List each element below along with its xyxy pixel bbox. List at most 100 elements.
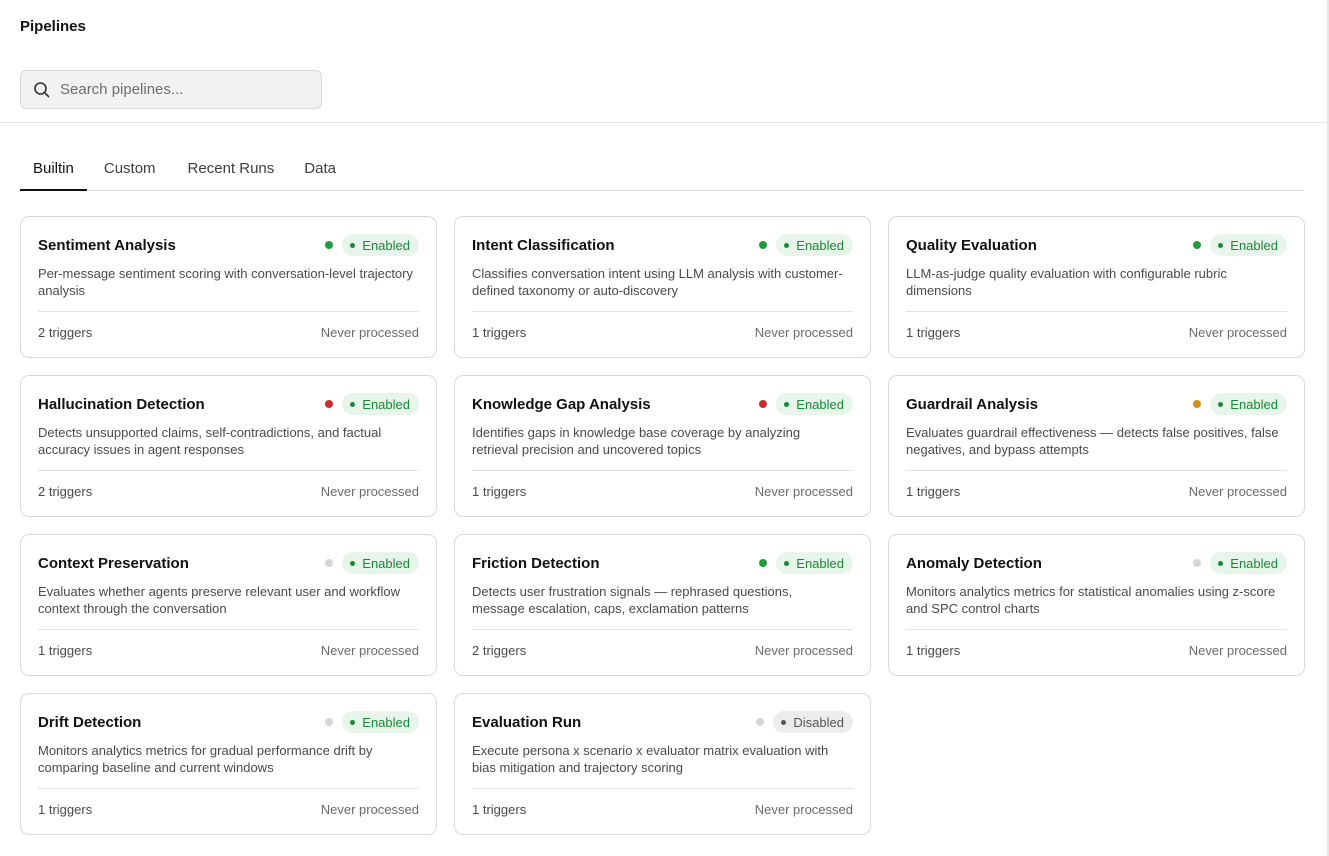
- card-status: Enabled: [325, 393, 419, 415]
- status-dot-icon: [784, 560, 790, 566]
- status-label: Enabled: [796, 237, 844, 253]
- pipeline-name: Quality Evaluation: [906, 236, 1037, 254]
- trigger-count: 1 triggers: [906, 325, 961, 340]
- card-header: Anomaly Detection Enabled: [906, 552, 1287, 574]
- pipeline-description: Monitors analytics metrics for gradual p…: [38, 743, 373, 775]
- status-label: Enabled: [796, 555, 844, 571]
- status-dot-icon: [350, 719, 356, 725]
- status-dot-icon: [781, 719, 787, 725]
- last-processed: Never processed: [320, 325, 419, 340]
- status-label: Disabled: [793, 714, 844, 730]
- search-input[interactable]: [60, 81, 300, 98]
- health-indicator-icon: [325, 241, 334, 249]
- card-header: Quality Evaluation Enabled: [906, 234, 1287, 256]
- card-header: Drift Detection Enabled: [38, 711, 419, 733]
- status-dot-icon: [350, 560, 356, 566]
- pipeline-description: LLM-as-judge quality evaluation with con…: [906, 266, 1227, 298]
- card-header: Sentiment Analysis Enabled: [38, 234, 419, 256]
- pipeline-name: Friction Detection: [472, 554, 600, 572]
- health-indicator-icon: [1193, 559, 1202, 567]
- card-divider: [38, 470, 419, 471]
- health-indicator-icon: [325, 559, 334, 567]
- last-processed: Never processed: [1188, 325, 1287, 340]
- card-status: Enabled: [325, 711, 419, 733]
- status-label: Enabled: [796, 396, 844, 412]
- trigger-count: 2 triggers: [472, 643, 527, 658]
- trigger-count: 1 triggers: [906, 643, 961, 658]
- last-processed: Never processed: [754, 325, 853, 340]
- pipeline-name: Knowledge Gap Analysis: [472, 395, 651, 413]
- status-badge: Enabled: [342, 552, 419, 574]
- card-header: Friction Detection Enabled: [472, 552, 853, 574]
- health-indicator-icon: [759, 400, 768, 408]
- tab-data[interactable]: Data: [291, 150, 349, 191]
- health-indicator-icon: [1193, 400, 1202, 408]
- pipeline-card[interactable]: Context Preservation Enabled Evaluates w…: [20, 534, 437, 676]
- health-indicator-icon: [1193, 241, 1202, 249]
- search-icon: [33, 81, 51, 99]
- status-dot-icon: [1218, 560, 1224, 566]
- tab-recent-runs[interactable]: Recent Runs: [175, 150, 288, 191]
- card-status: Enabled: [1193, 393, 1287, 415]
- card-status: Enabled: [759, 393, 853, 415]
- last-processed: Never processed: [320, 643, 419, 658]
- status-label: Enabled: [362, 555, 410, 571]
- pipeline-name: Drift Detection: [38, 713, 142, 731]
- status-badge: Enabled: [342, 711, 419, 733]
- status-badge: Enabled: [342, 393, 419, 415]
- status-label: Enabled: [1230, 237, 1278, 253]
- pipeline-description: Classifies conversation intent using LLM…: [472, 266, 843, 298]
- pipeline-card[interactable]: Drift Detection Enabled Monitors analyti…: [20, 693, 437, 835]
- pipeline-description: Per-message sentiment scoring with conve…: [38, 266, 413, 298]
- card-footer: 1 triggers Never processed: [906, 643, 1287, 658]
- pipeline-card[interactable]: Quality Evaluation Enabled LLM-as-judge …: [888, 216, 1305, 358]
- status-label: Enabled: [1230, 396, 1278, 412]
- pipeline-description: Monitors analytics metrics for statistic…: [906, 584, 1276, 616]
- card-footer: 2 triggers Never processed: [38, 484, 419, 499]
- status-label: Enabled: [362, 396, 410, 412]
- page-title: Pipelines: [20, 18, 86, 35]
- card-divider: [38, 311, 419, 312]
- tab-builtin[interactable]: Builtin: [20, 150, 87, 191]
- status-label: Enabled: [362, 714, 410, 730]
- pipeline-card[interactable]: Guardrail Analysis Enabled Evaluates gua…: [888, 375, 1305, 517]
- card-divider: [38, 629, 419, 630]
- pipeline-card[interactable]: Friction Detection Enabled Detects user …: [454, 534, 871, 676]
- card-header: Evaluation Run Disabled: [472, 711, 853, 733]
- card-divider: [472, 629, 853, 630]
- pipeline-card[interactable]: Knowledge Gap Analysis Enabled Identifie…: [454, 375, 871, 517]
- pipeline-name: Guardrail Analysis: [906, 395, 1038, 413]
- card-status: Enabled: [1193, 234, 1287, 256]
- card-header: Guardrail Analysis Enabled: [906, 393, 1287, 415]
- card-status: Enabled: [325, 552, 419, 574]
- status-badge: Enabled: [1210, 234, 1287, 256]
- pipeline-name: Anomaly Detection: [906, 554, 1042, 572]
- card-divider: [38, 788, 419, 789]
- status-badge: Enabled: [776, 552, 853, 574]
- pipeline-card[interactable]: Hallucination Detection Enabled Detects …: [20, 375, 437, 517]
- card-header: Intent Classification Enabled: [472, 234, 853, 256]
- status-dot-icon: [350, 242, 356, 248]
- pipeline-card[interactable]: Intent Classification Enabled Classifies…: [454, 216, 871, 358]
- card-footer: 1 triggers Never processed: [472, 802, 853, 817]
- card-footer: 1 triggers Never processed: [38, 802, 419, 817]
- status-label: Enabled: [362, 237, 410, 253]
- card-status: Enabled: [759, 552, 853, 574]
- card-status: Enabled: [1193, 552, 1287, 574]
- search-box[interactable]: [20, 70, 322, 109]
- pipeline-name: Intent Classification: [472, 236, 615, 254]
- pipeline-description: Evaluates guardrail effectiveness — dete…: [906, 425, 1279, 457]
- pipeline-description: Execute persona x scenario x evaluator m…: [472, 743, 829, 775]
- status-badge: Disabled: [773, 711, 853, 733]
- pipeline-card[interactable]: Anomaly Detection Enabled Monitors analy…: [888, 534, 1305, 676]
- card-footer: 1 triggers Never processed: [38, 643, 419, 658]
- card-divider: [472, 788, 853, 789]
- card-status: Enabled: [759, 234, 853, 256]
- status-dot-icon: [350, 401, 356, 407]
- tab-custom[interactable]: Custom: [91, 150, 169, 191]
- pipeline-card[interactable]: Evaluation Run Disabled Execute persona …: [454, 693, 871, 835]
- status-dot-icon: [1218, 401, 1224, 407]
- pipeline-card[interactable]: Sentiment Analysis Enabled Per-message s…: [20, 216, 437, 358]
- status-badge: Enabled: [776, 393, 853, 415]
- trigger-count: 1 triggers: [472, 325, 527, 340]
